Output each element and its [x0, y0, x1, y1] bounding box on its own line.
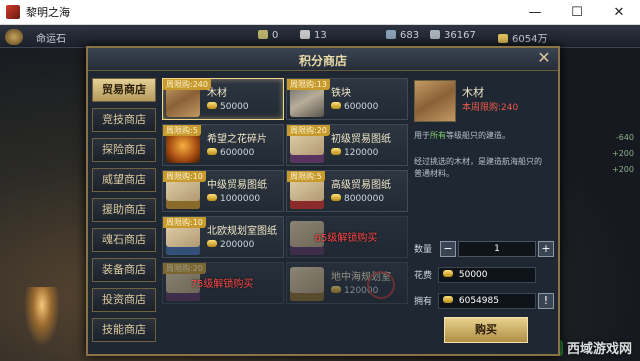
- res-value-1: 0: [258, 30, 278, 41]
- item-name: 铁块: [331, 88, 351, 99]
- unlock-requirement: 65级解锁购买: [314, 233, 378, 244]
- weekly-limit-badge: 周限购:240: [163, 79, 211, 90]
- coin-icon: [443, 270, 453, 277]
- compass-icon[interactable]: [5, 29, 23, 45]
- quantity-input[interactable]: 1: [458, 241, 536, 257]
- detail-weekly-limit: 本周限购:240: [462, 103, 519, 113]
- info-button[interactable]: !: [538, 293, 554, 309]
- coin-icon: [207, 240, 217, 247]
- resource-bar: 命运石 0 13 683 36167 6054万: [0, 25, 640, 48]
- candle-decoration: [24, 287, 60, 347]
- game-viewport: 命运石 0 13 683 36167 6054万 -640 +200 +200 …: [0, 25, 640, 361]
- item-name: 高级贸易图纸: [331, 180, 391, 191]
- tab-8[interactable]: 技能商店: [92, 318, 156, 342]
- item-price: 120000: [331, 148, 378, 158]
- item-price: 8000000: [331, 194, 384, 204]
- tab-6[interactable]: 装备商店: [92, 258, 156, 282]
- item-name: 初级贸易图纸: [331, 134, 391, 145]
- tab-3[interactable]: 威望商店: [92, 168, 156, 192]
- tab-4[interactable]: 援助商店: [92, 198, 156, 222]
- tab-2[interactable]: 探险商店: [92, 138, 156, 162]
- minimize-button[interactable]: —: [514, 0, 556, 24]
- res-value-5: 6054万: [498, 30, 547, 45]
- shop-item[interactable]: 周限购:10 北欧规划室图纸 200000: [162, 216, 284, 258]
- coin-icon: [331, 286, 341, 293]
- tab-7[interactable]: 投资商店: [92, 288, 156, 312]
- window-title: 黎明之海: [26, 6, 70, 19]
- close-icon[interactable]: ✕: [536, 50, 552, 66]
- shop-item[interactable]: 周限购:240 木材 50000: [162, 78, 284, 120]
- res-value-3: 683: [386, 30, 419, 41]
- shop-item[interactable]: 地中海规划室 120000: [286, 262, 408, 304]
- shop-tabs: 贸易商店竞技商店探险商店威望商店援助商店魂石商店装备商店投资商店技能商店: [92, 78, 156, 348]
- silver-icon: [300, 30, 310, 39]
- shop-item[interactable]: 周限购:10 中级贸易图纸 1000000: [162, 170, 284, 212]
- detail-name: 木材: [462, 86, 484, 99]
- item-detail-panel: 木材 本周限购:240 用于所有等级船只的建造。 经过挑选的木材，是建造航海船只…: [414, 78, 554, 348]
- weekly-limit-badge: 周限购:20: [287, 125, 330, 136]
- points-shop-dialog: 积分商店 ✕ 贸易商店竞技商店探险商店威望商店援助商店魂石商店装备商店投资商店技…: [86, 46, 560, 356]
- weekly-limit-badge: 周限购:5: [163, 125, 201, 136]
- shop-item[interactable]: 周限购:5 希望之花碎片 600000: [162, 124, 284, 166]
- maximize-button[interactable]: ☐: [556, 0, 598, 24]
- item-price: 1000000: [207, 194, 260, 204]
- coin-icon: [331, 102, 341, 109]
- ore-icon: [386, 30, 396, 39]
- tab-5[interactable]: 魂石商店: [92, 228, 156, 252]
- coin-stack-icon: [498, 34, 508, 43]
- weekly-limit-badge: 周限购:10: [163, 217, 206, 228]
- cost-label: 花费: [414, 271, 433, 281]
- res-value-2: 13: [300, 30, 327, 41]
- coin-icon: [207, 102, 217, 109]
- dialog-title: 积分商店: [298, 54, 347, 68]
- item-grid: 周限购:240 木材 50000 周限购:13 铁块 600000 周限购:5 希望之花碎片 6…: [162, 78, 408, 348]
- item-price: 200000: [207, 240, 254, 250]
- window-titlebar: 黎明之海 — ☐ ✕: [0, 0, 640, 25]
- item-name: 希望之花碎片: [207, 134, 267, 145]
- item-name: 木材: [207, 88, 227, 99]
- coin-icon: [331, 194, 341, 201]
- owned-value: 6054985: [438, 293, 536, 309]
- hud-left-label: 命运石: [36, 34, 66, 45]
- app-icon: [6, 5, 20, 19]
- detail-wood-icon: [414, 80, 456, 122]
- weekly-limit-badge: 周限购:5: [287, 171, 325, 182]
- coin-icon: [207, 148, 217, 155]
- buy-button[interactable]: 购买: [444, 317, 528, 343]
- paper-gold-icon: [290, 267, 324, 301]
- ship-icon: [430, 30, 440, 39]
- quantity-label: 数量: [414, 245, 433, 255]
- weekly-limit-badge: 周限购:13: [287, 79, 330, 90]
- coin-icon: [443, 296, 453, 303]
- coin-icon: [207, 194, 217, 201]
- gem-icon: [258, 30, 268, 39]
- item-price: 50000: [207, 102, 249, 112]
- quantity-minus-button[interactable]: −: [440, 241, 456, 257]
- coin-icon: [331, 148, 341, 155]
- background-log: -640 +200 +200: [612, 133, 634, 174]
- detail-description: 经过挑选的木材，是建造航海船只的普通材料。: [414, 157, 542, 178]
- shop-item[interactable]: 周限购:5 高级贸易图纸 8000000: [286, 170, 408, 212]
- tab-1[interactable]: 竞技商店: [92, 108, 156, 132]
- item-price: 600000: [331, 102, 378, 112]
- item-price: 600000: [207, 148, 254, 158]
- item-name: 中级贸易图纸: [207, 180, 267, 191]
- weekly-limit-badge: 周限购:10: [163, 171, 206, 182]
- res-value-4: 36167: [430, 30, 476, 41]
- item-name: 北欧规划室图纸: [207, 226, 277, 237]
- shop-item[interactable]: 周限购:20 初级贸易图纸 120000: [286, 124, 408, 166]
- dialog-header: 积分商店 ✕: [88, 48, 558, 71]
- weekly-limit-badge: 周限购:20: [163, 263, 206, 274]
- detail-usage: 用于所有等级船只的建造。: [414, 131, 510, 140]
- cost-value: 50000: [438, 267, 536, 283]
- owned-label: 拥有: [414, 297, 433, 307]
- shop-item[interactable]: 周限购:13 铁块 600000: [286, 78, 408, 120]
- tab-0[interactable]: 贸易商店: [92, 78, 156, 102]
- close-window-button[interactable]: ✕: [598, 0, 640, 24]
- unlock-requirement: 75级解锁购买: [190, 279, 254, 290]
- quantity-plus-button[interactable]: +: [538, 241, 554, 257]
